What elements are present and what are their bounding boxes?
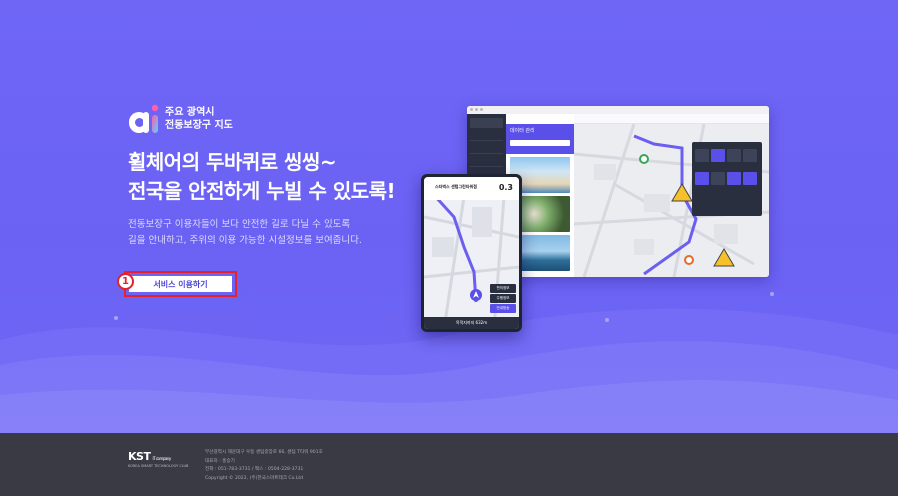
page-headline: 휠체어의 두바퀴로 씽씽~ 전국을 안전하게 누빌 수 있도록! bbox=[128, 148, 396, 206]
footer-address: 부산광역시 해운대구 우동 센텀중앙로 66, 센텀 T타워 901호 bbox=[205, 450, 323, 455]
service-start-button[interactable]: 서비스 이용하기 bbox=[129, 276, 232, 292]
facility-filter-panel[interactable] bbox=[692, 142, 762, 216]
phone-distance: 0.3 bbox=[498, 183, 513, 192]
description-line-1: 전동보장구 이용자들이 보다 안전한 길로 다닐 수 있도록 bbox=[128, 219, 351, 230]
window-controls bbox=[467, 106, 769, 114]
footer-contact: 전화 : 051-783-3731 / 팩스 : 0504-228-3731 bbox=[205, 467, 304, 473]
footer-ceo: 대표자 : 홍승기 bbox=[205, 458, 235, 464]
brand-name: KST bbox=[128, 450, 151, 463]
brand-subtitle: KOREA SMART TECHNOLOGY CLUB bbox=[128, 464, 189, 468]
phone-tab-driving[interactable]: 주행정보 bbox=[490, 294, 516, 303]
panel-title: 데이터 관리 bbox=[510, 128, 535, 134]
phone-destination-bar: 스타벅스 센텀그린타워점 0.3 bbox=[424, 177, 519, 200]
ai-logo-icon bbox=[128, 103, 161, 135]
logo-line-1: 주요 광역시 bbox=[165, 107, 215, 118]
footer-info: 부산광역시 해운대구 우동 센텀중앙로 66, 센텀 T타워 901호 대표자 … bbox=[205, 449, 323, 483]
headline-line-1: 휠체어의 두바퀴로 씽씽~ bbox=[128, 150, 337, 174]
app-topnav bbox=[574, 114, 769, 124]
headline-line-2: 전국을 안전하게 누빌 수 있도록! bbox=[128, 179, 396, 203]
brand-suffix: IT company bbox=[152, 456, 171, 461]
description-line-2: 길을 안내하고, 주위의 이용 가능한 시설정보를 보여줍니다. bbox=[128, 235, 362, 246]
panel-search-bar bbox=[510, 140, 570, 146]
page-description: 전동보장구 이용자들이 보다 안전한 길로 다닐 수 있도록 길을 안내하고, … bbox=[128, 217, 362, 249]
phone-bottom-bar: 목적지까지 632m bbox=[424, 317, 519, 329]
footer-brand: KST IT company KOREA SMART TECHNOLOGY CLU… bbox=[128, 450, 188, 468]
hero-section: 주요 광역시 전동보장구 지도 휠체어의 두바퀴로 씽씽~ 전국을 안전하게 누… bbox=[0, 0, 898, 433]
step-marker: 1 bbox=[117, 273, 134, 290]
mobile-app-screenshot: 스타벅스 센텀그린타워점 0.3 편의정보 주행정보 안내방송 목적지까지 63… bbox=[421, 174, 522, 332]
phone-tab-announcement[interactable]: 안내방송 bbox=[490, 304, 516, 313]
phone-tab-convenience[interactable]: 편의정보 bbox=[490, 284, 516, 293]
footer-copyright: Copyright © 2022, (주)한국스마트테크 Co.Ltd bbox=[205, 475, 304, 481]
brand-logo[interactable]: 주요 광역시 전동보장구 지도 bbox=[128, 103, 233, 135]
logo-line-2: 전동보장구 지도 bbox=[165, 120, 233, 131]
service-button-highlight: 서비스 이용하기 bbox=[124, 271, 237, 297]
